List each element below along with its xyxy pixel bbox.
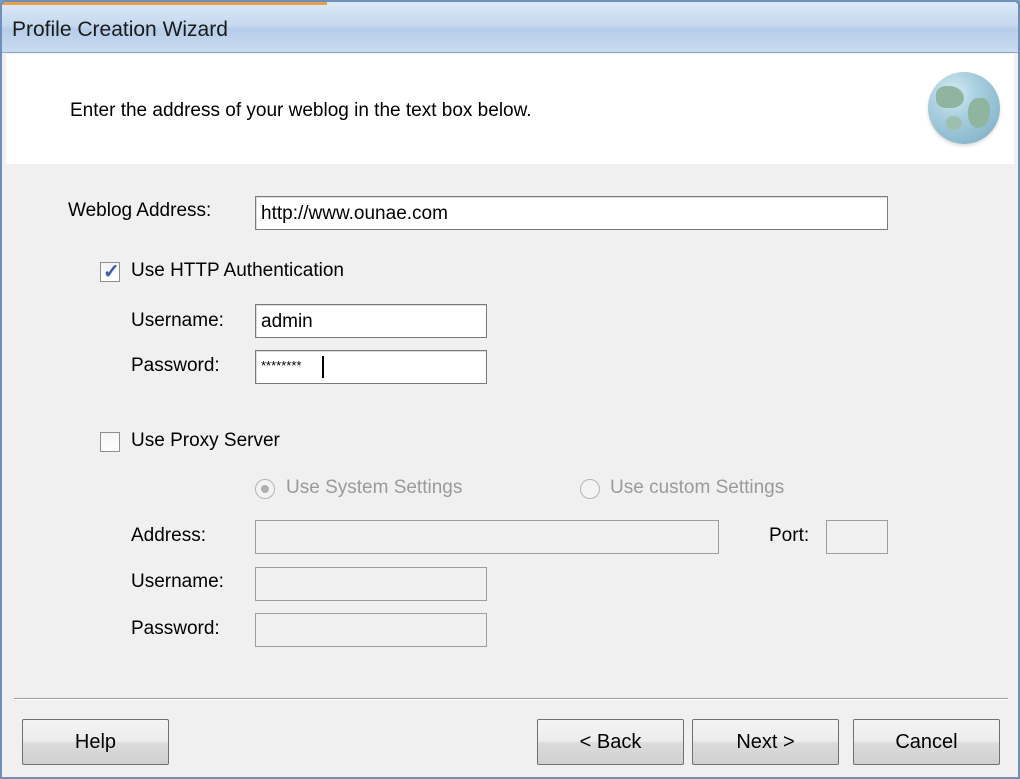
proxy-address-input[interactable] bbox=[255, 520, 719, 554]
proxy-username-input[interactable] bbox=[255, 567, 487, 601]
radio-selected-dot bbox=[261, 485, 269, 493]
title-bar[interactable]: Profile Creation Wizard bbox=[2, 2, 1018, 53]
radio-system-settings-label[interactable]: Use System Settings bbox=[286, 477, 462, 499]
weblog-address-label: Weblog Address: bbox=[68, 200, 212, 221]
weblog-address-input[interactable]: http://www.ounae.com bbox=[255, 196, 888, 230]
proxy-port-label: Port: bbox=[769, 525, 810, 546]
wizard-header: Enter the address of your weblog in the … bbox=[6, 54, 1014, 164]
radio-custom-settings-label[interactable]: Use custom Settings bbox=[610, 477, 784, 499]
next-button[interactable]: Next > bbox=[692, 719, 839, 765]
radio-custom-settings[interactable] bbox=[580, 479, 600, 499]
title-accent bbox=[2, 2, 327, 5]
http-username-input[interactable]: admin bbox=[255, 304, 487, 338]
radio-system-settings[interactable] bbox=[255, 479, 275, 499]
wizard-body bbox=[6, 164, 1014, 777]
proxy-username-label: Username: bbox=[131, 571, 224, 592]
proxy-checkbox[interactable] bbox=[100, 432, 120, 452]
http-auth-label[interactable]: Use HTTP Authentication bbox=[131, 260, 344, 282]
help-button[interactable]: Help bbox=[22, 719, 169, 765]
proxy-password-input[interactable] bbox=[255, 613, 487, 647]
http-password-label: Password: bbox=[131, 355, 220, 376]
globe-icon bbox=[928, 72, 1000, 144]
back-button[interactable]: < Back bbox=[537, 719, 684, 765]
proxy-port-input[interactable] bbox=[826, 520, 888, 554]
footer-separator bbox=[14, 698, 1008, 700]
header-instruction: Enter the address of your weblog in the … bbox=[70, 100, 532, 121]
password-mask: ******** bbox=[261, 358, 302, 373]
proxy-password-label: Password: bbox=[131, 618, 220, 639]
text-cursor bbox=[322, 356, 324, 378]
window-title: Profile Creation Wizard bbox=[12, 18, 228, 41]
cancel-button[interactable]: Cancel bbox=[853, 719, 1000, 765]
http-auth-checkbox[interactable]: ✓ bbox=[100, 261, 120, 283]
wizard-window: Profile Creation Wizard Enter the addres… bbox=[0, 0, 1020, 779]
checkmark-icon: ✓ bbox=[103, 261, 120, 283]
proxy-label[interactable]: Use Proxy Server bbox=[131, 430, 280, 452]
http-password-input[interactable]: ******** bbox=[255, 350, 487, 384]
http-username-label: Username: bbox=[131, 310, 224, 331]
proxy-address-label: Address: bbox=[131, 525, 206, 546]
